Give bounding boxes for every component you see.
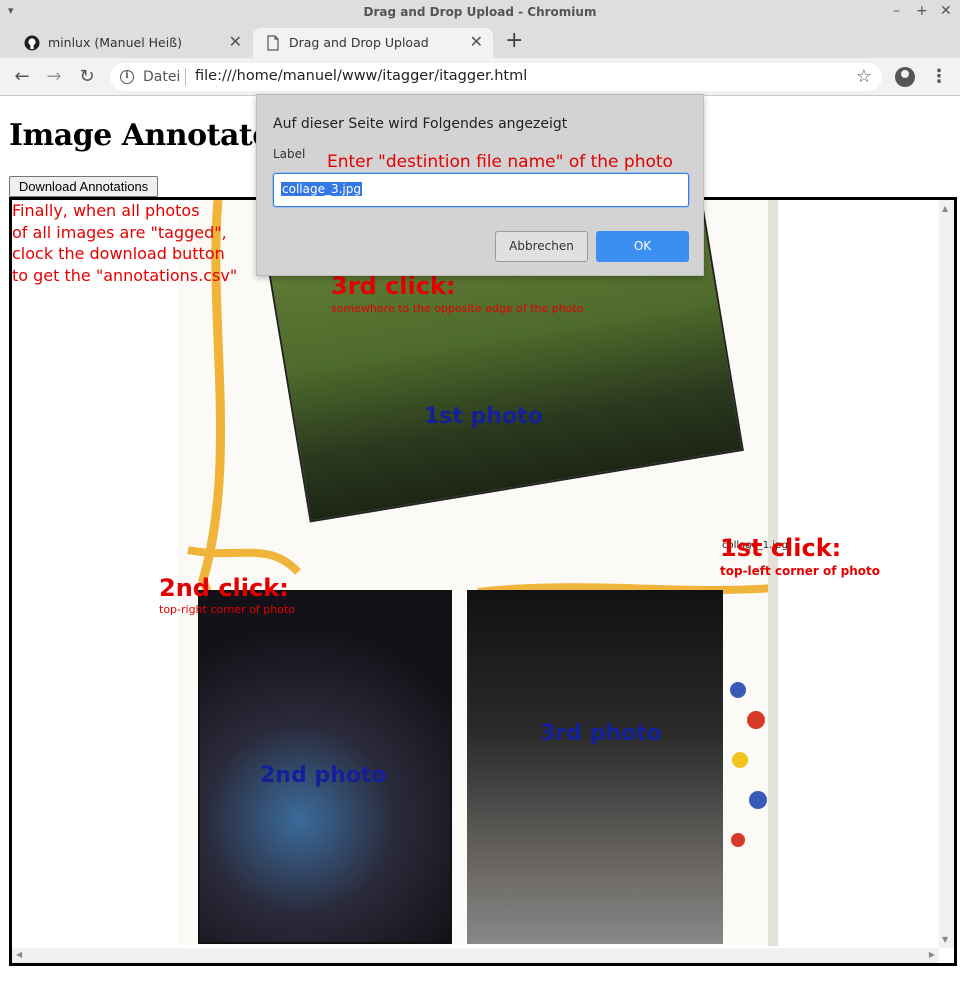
download-annotations-button[interactable]: Download Annotations (9, 176, 158, 197)
dialog-hint: Enter "destintion file name" of the phot… (327, 152, 673, 172)
collage-photo-3[interactable] (467, 590, 723, 944)
info-icon[interactable]: i (120, 70, 134, 84)
click2-subtitle: top-right corner of photo (159, 603, 296, 616)
omnibox-divider (185, 68, 186, 86)
address-bar[interactable]: i Datei file:///home/manuel/www/itagger/… (110, 63, 882, 91)
click1-subtitle: top-left corner of photo (720, 564, 880, 578)
scroll-left-icon[interactable]: ◀ (16, 950, 22, 959)
scroll-down-icon[interactable]: ▼ (942, 935, 948, 944)
scheme-label: Datei (143, 69, 181, 85)
window-title: Drag and Drop Upload - Chromium (363, 5, 597, 19)
github-icon (24, 35, 40, 51)
label-input[interactable]: collage_3.jpg (273, 173, 689, 207)
label-input-value[interactable]: collage_3.jpg (281, 182, 362, 196)
browser-toolbar: ← → ↻ i Datei file:///home/manuel/www/it… (0, 58, 960, 96)
prompt-dialog: Auf dieser Seite wird Folgendes angezeig… (256, 94, 704, 276)
note-line: clock the download button (12, 244, 225, 263)
photo3-label: 3rd photo (540, 721, 662, 746)
note-line: to get the "annotations.csv" (12, 265, 238, 285)
forward-icon[interactable]: → (41, 64, 67, 90)
profile-icon[interactable] (895, 67, 915, 87)
page-title: Image Annotater (9, 118, 287, 153)
tab-drag-and-drop[interactable]: Drag and Drop Upload ✕ (253, 28, 493, 58)
tab-github[interactable]: minlux (Manuel Heiß) ✕ (12, 28, 252, 58)
reload-icon[interactable]: ↻ (74, 64, 100, 90)
scroll-up-icon[interactable]: ▲ (942, 204, 948, 213)
horizontal-scrollbar[interactable]: ◀ ▶ (12, 948, 939, 963)
back-icon[interactable]: ← (9, 64, 35, 90)
new-tab-icon[interactable]: + (505, 28, 523, 53)
tab-strip: minlux (Manuel Heiß) ✕ Drag and Drop Upl… (0, 26, 960, 58)
note-line: of all images are "tagged", (12, 222, 227, 242)
scroll-right-icon[interactable]: ▶ (929, 950, 935, 959)
download-note: Finally, when all photos of all images a… (12, 200, 272, 286)
url-text[interactable]: file:///home/manuel/www/itagger/itagger.… (195, 68, 527, 84)
tab-label: Drag and Drop Upload (289, 35, 429, 50)
photo2-label: 2nd photo (260, 763, 387, 788)
maximize-icon[interactable]: + (916, 3, 928, 19)
note-line: Finally, when all photos (12, 201, 200, 220)
menu-kebab-icon[interactable]: ⋮ (930, 66, 948, 87)
dialog-message: Auf dieser Seite wird Folgendes angezeig… (273, 116, 568, 132)
ok-button[interactable]: OK (596, 231, 689, 262)
tab-label: minlux (Manuel Heiß) (48, 35, 182, 50)
cancel-button[interactable]: Abbrechen (495, 231, 588, 262)
dialog-field-label: Label (273, 147, 306, 161)
document-icon (267, 35, 279, 51)
photo1-label: 1st photo (424, 404, 543, 429)
minimize-icon[interactable]: – (893, 3, 900, 19)
bookmark-star-icon[interactable]: ☆ (856, 66, 872, 87)
tab-close-icon[interactable]: ✕ (229, 32, 242, 51)
click2-title: 2nd click: (159, 574, 289, 602)
click1-title: 1st click: (720, 534, 842, 562)
click3-title: 3rd click: (331, 272, 456, 300)
window-titlebar: ▾ Drag and Drop Upload - Chromium – + ✕ (0, 0, 960, 26)
click3-subtitle: somewhere to the opposite edge of the ph… (331, 302, 584, 315)
tab-close-icon[interactable]: ✕ (470, 32, 483, 51)
vertical-scrollbar[interactable]: ▲ ▼ (939, 200, 954, 948)
close-window-icon[interactable]: ✕ (940, 3, 952, 19)
